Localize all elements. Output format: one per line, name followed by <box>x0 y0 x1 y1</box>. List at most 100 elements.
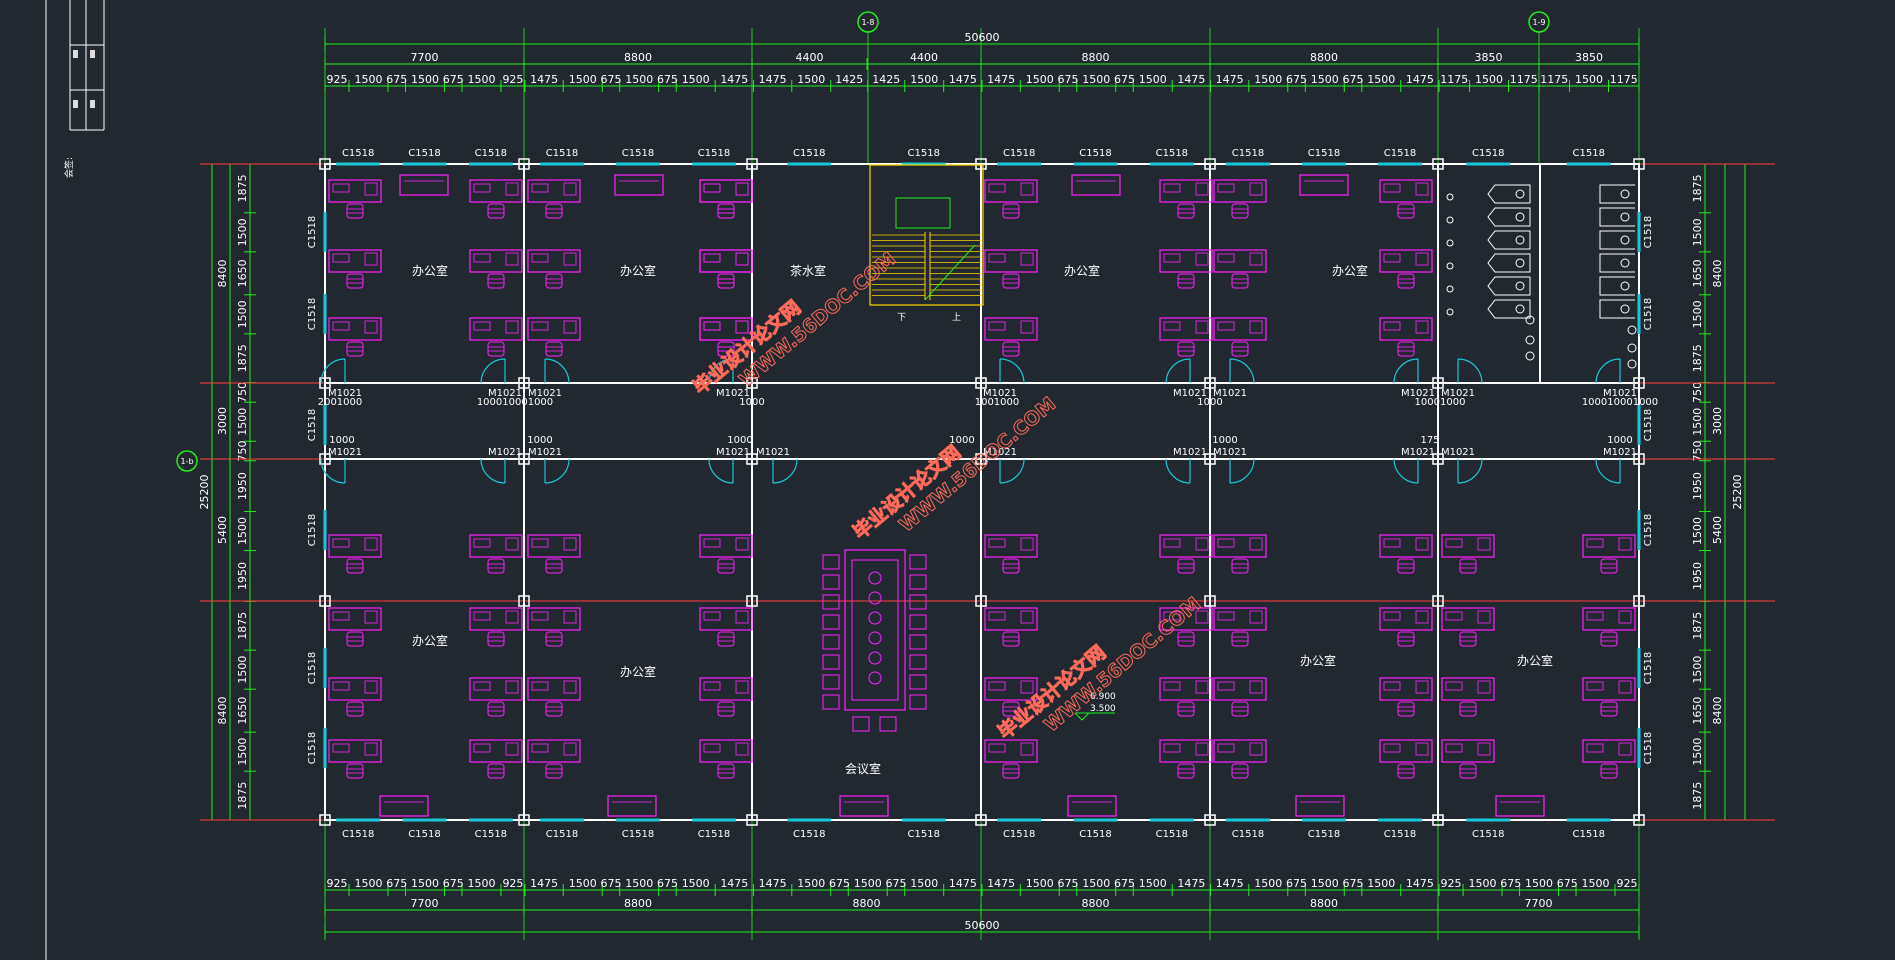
sofa <box>399 174 449 196</box>
chair <box>1231 203 1249 219</box>
desk-monitor <box>703 743 721 753</box>
window-label: C1518 <box>1643 732 1654 764</box>
top-detail-dim-value: 1475 <box>987 73 1015 86</box>
toilet-stall <box>1599 276 1635 296</box>
conference-chair <box>822 594 840 610</box>
window-label: C1518 <box>408 148 440 159</box>
sofa <box>1299 174 1349 196</box>
bottom-detail-dim-value: 925 <box>1616 877 1637 890</box>
chair <box>1397 203 1415 219</box>
watermark-3-url: WWW.56DOC.COM <box>1040 593 1205 737</box>
table-ornament <box>868 671 882 685</box>
bottom-detail-dim-value: 925 <box>327 877 348 890</box>
desk-set <box>1159 677 1213 717</box>
desk-monitor <box>988 681 1006 691</box>
desk-phone <box>735 320 749 334</box>
conference-chair <box>909 634 927 650</box>
desk-phone <box>735 537 749 551</box>
chair <box>717 701 735 717</box>
table-ornament <box>868 611 882 625</box>
right-detail-dim-value: 1500 <box>1691 517 1704 545</box>
chair <box>1002 558 1020 574</box>
chair <box>545 203 563 219</box>
chair <box>1459 701 1477 717</box>
grid-bubble-top-b-label: 1-9 <box>1532 18 1545 27</box>
chair <box>717 273 735 289</box>
desk-monitor <box>1586 538 1604 548</box>
chair <box>346 701 364 717</box>
conference-chair <box>909 554 927 570</box>
corridor-dim: 175 <box>1420 435 1439 446</box>
desk-set <box>1379 534 1433 574</box>
desk-monitor <box>1445 538 1463 548</box>
sofa <box>1067 795 1117 817</box>
top-detail-dim-value: 1475 <box>1406 73 1434 86</box>
window-label: C1518 <box>307 732 318 764</box>
window-label: C1518 <box>1643 298 1654 330</box>
top-detail-dim-value: 1500 <box>1575 73 1603 86</box>
top-detail-dim-value: 1500 <box>354 73 382 86</box>
chair <box>1459 631 1477 647</box>
sink <box>1525 351 1535 361</box>
top-detail-dim-value: 675 <box>1343 73 1364 86</box>
corridor-dim: 100010001000 <box>1582 397 1658 408</box>
desk-monitor <box>332 253 350 263</box>
desk-phone <box>563 252 577 266</box>
desk-monitor <box>1217 253 1235 263</box>
stair-down-label: 下 <box>897 313 906 323</box>
table-ornament <box>868 591 882 605</box>
desk-monitor <box>988 611 1006 621</box>
corridor-dim: 1000 <box>527 435 552 446</box>
room-label-office: 办公室 <box>1064 263 1100 278</box>
desk-phone <box>1618 537 1632 551</box>
desk-phone <box>735 742 749 756</box>
desk-set <box>469 739 523 779</box>
stair: 下 上 <box>869 164 984 323</box>
top-detail-dim-value: 675 <box>443 73 464 86</box>
conference-chair <box>822 634 840 650</box>
desk-monitor <box>1383 253 1401 263</box>
sink <box>1627 359 1637 369</box>
window-label: C1518 <box>307 514 318 546</box>
chair <box>717 273 735 289</box>
desk-set <box>1213 179 1267 219</box>
room-label-office: 办公室 <box>412 633 448 648</box>
chair <box>487 273 505 289</box>
window-label: C1518 <box>793 148 825 159</box>
floor-plan-drawing: 会签: 50600 7700 8800 4400 4400 8800 8800 3850 385… <box>45 0 1775 960</box>
top-total-dim-value: 50600 <box>965 31 1000 44</box>
desk-set <box>469 179 523 219</box>
desk-monitor <box>1586 743 1604 753</box>
chair <box>1397 273 1415 289</box>
door-swing <box>1229 358 1255 384</box>
desk-monitor <box>1163 681 1181 691</box>
door-swing <box>1165 458 1191 484</box>
desk-set <box>469 607 523 647</box>
chair <box>1231 701 1249 717</box>
bottom-span-dim-value: 7700 <box>1525 897 1553 910</box>
window-label: C1518 <box>908 829 940 840</box>
top-detail-dim-value: 1475 <box>720 73 748 86</box>
left-detail-dim-value: 1950 <box>236 472 249 500</box>
chair <box>487 701 505 717</box>
desk-monitor <box>1445 743 1463 753</box>
desk-monitor <box>703 183 721 193</box>
bottom-detail-dim-value: 675 <box>885 877 906 890</box>
door-swing <box>708 458 734 484</box>
desk-set <box>469 317 523 357</box>
door-swing <box>1393 358 1419 384</box>
chair <box>346 763 364 779</box>
window-label: C1518 <box>1384 829 1416 840</box>
conference-chair <box>909 694 927 710</box>
door-swing <box>1165 358 1191 384</box>
right-detail-dim-value: 1950 <box>1691 562 1704 590</box>
bottom-span-dim-value: 8800 <box>624 897 652 910</box>
toilet <box>1515 304 1525 314</box>
desk-set <box>527 677 581 717</box>
desk-monitor <box>473 681 491 691</box>
desk-set <box>1379 739 1433 779</box>
desk-set <box>328 317 382 357</box>
top-detail-dim-value: 1175 <box>1610 73 1638 86</box>
bottom-detail-dim-value: 925 <box>1441 877 1462 890</box>
door-label: M1021 <box>328 447 362 458</box>
